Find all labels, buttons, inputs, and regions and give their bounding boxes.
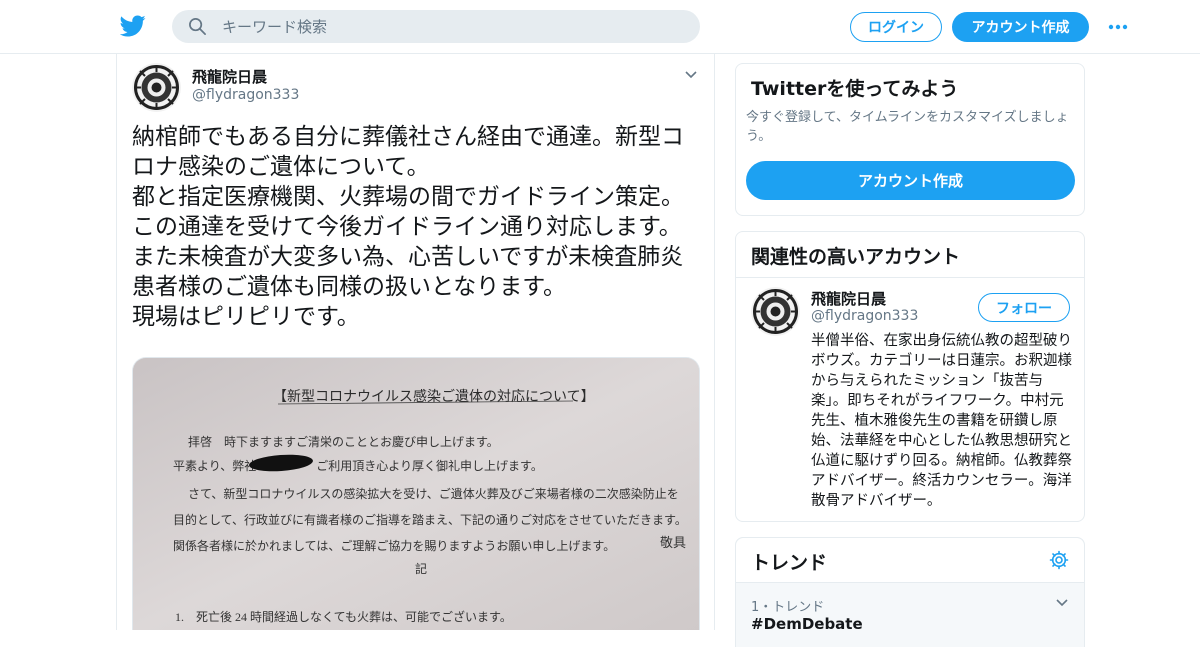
media-ki: 記 [415, 561, 427, 576]
trend-tag[interactable]: #DemDebate [751, 615, 863, 633]
related-accounts-card: 関連性の高いアカウント 飛龍院日晨 @flydragon333 フォロー 半僧半… [735, 231, 1085, 522]
search-box[interactable] [172, 10, 700, 43]
related-account-bio: 半僧半俗、在家出身伝統仏教の超型破りボウズ。カテゴリーは日蓮宗。お釈迦様から与え… [811, 333, 1072, 509]
tweet-author-handle[interactable]: @flydragon333 [192, 87, 299, 103]
follow-button[interactable]: フォロー [978, 293, 1070, 322]
media-line-1: 拝啓 時下ますますご清栄のこととお慶び申し上げます。 [188, 434, 499, 449]
related-avatar[interactable] [751, 287, 800, 336]
media-item-1: 1. 死亡後 24 時間経過しなくても火葬は、可能でございます。 [175, 609, 512, 624]
trends-header: トレンド [736, 538, 1084, 583]
gear-icon[interactable] [1049, 550, 1069, 570]
more-dots-icon[interactable] [1106, 18, 1130, 36]
related-accounts-title: 関連性の高いアカウント [751, 246, 961, 268]
chevron-down-icon[interactable] [683, 67, 699, 83]
trend-rank-label: 1・トレンド [751, 600, 825, 615]
search-input[interactable] [222, 10, 682, 43]
tweet-media-image[interactable]: 【新型コロナウイルス感染ご遺体の対応について】 拝啓 時下ますますご清栄のことと… [132, 357, 700, 630]
media-closing: 敬具 [660, 535, 686, 550]
tweet-card: 飛龍院日晨 @flydragon333 納棺師でもある自分に葬儀社さん経由で通達… [116, 54, 715, 630]
media-line-4: 目的として、行政並びに有識者様のご指導を踏まえ、下記の通りご対応をさせていただき… [173, 512, 687, 527]
related-account-name[interactable]: 飛龍院日晨 [811, 288, 886, 309]
media-line-2: 平素より、弊社 ご利用頂き心より厚く御礼申し上げます。 [173, 458, 543, 473]
tweet-text: 納棺師でもある自分に葬儀社さん経由で通達。新型コロナ感染のご遺体について。 都と… [132, 124, 684, 330]
top-bar: ログイン アカウント作成 [0, 0, 1200, 54]
chevron-down-icon[interactable] [1054, 595, 1070, 611]
trends-title: トレンド [751, 552, 828, 574]
signup-button[interactable]: アカウント作成 [952, 12, 1089, 42]
signup-card: Twitterを使ってみよう 今すぐ登録して、タイムラインをカスタマイズしましょ… [735, 63, 1085, 216]
twitter-bird-icon[interactable] [120, 13, 146, 39]
trends-card: トレンド 1・トレンド #DemDebate [735, 537, 1085, 647]
avatar[interactable] [132, 63, 181, 112]
related-account-handle[interactable]: @flydragon333 [811, 308, 918, 324]
tweet-author-name[interactable]: 飛龍院日晨 [192, 66, 267, 87]
media-line-5: 関係各者様に於かれましては、ご理解ご協力を賜りますようお願い申し上げます。 [173, 538, 615, 553]
divider [736, 277, 1084, 278]
signup-card-button[interactable]: アカウント作成 [746, 161, 1075, 200]
signup-card-title: Twitterを使ってみよう [751, 78, 959, 100]
signup-card-description: 今すぐ登録して、タイムラインをカスタマイズしましょう。 [746, 110, 1069, 144]
media-line-3: さて、新型コロナウイルスの感染拡大を受け、ご遺体火葬及びご来場者様の二次感染防止… [188, 486, 679, 501]
login-button[interactable]: ログイン [850, 12, 942, 42]
search-icon [189, 18, 206, 35]
